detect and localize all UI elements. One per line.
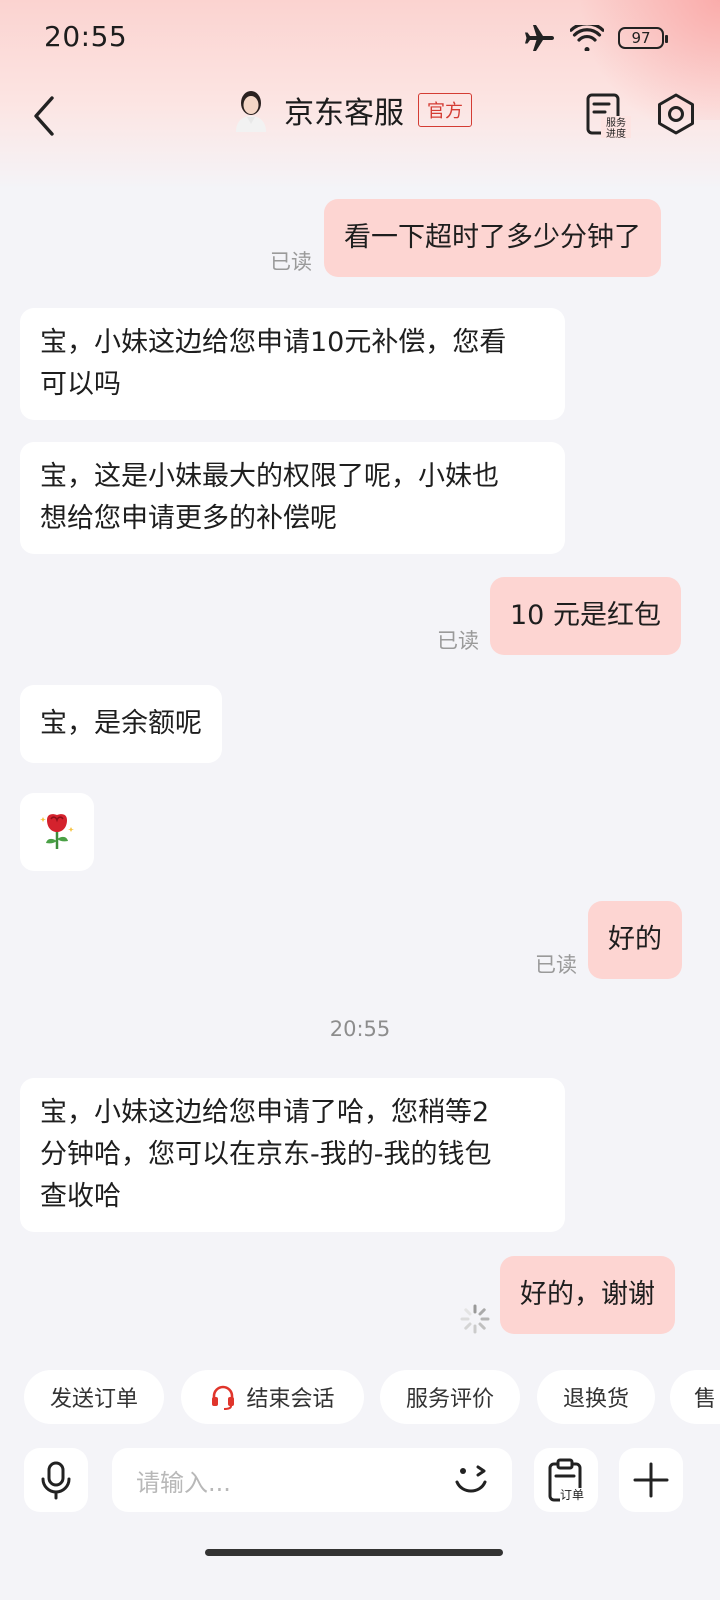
message-list[interactable]: 看一下超时了多少分钟了 已读 宝，小妹这边给您申请10元补偿，您看 可以吗 宝，… bbox=[0, 160, 720, 1360]
read-receipt: 已读 bbox=[535, 953, 577, 977]
plus-icon bbox=[633, 1462, 669, 1498]
battery-icon: 97 bbox=[618, 27, 668, 49]
quick-action-bar: 发送订单 结束会话 服务评价 退换货 售 bbox=[0, 1370, 720, 1432]
chip-label: 售 bbox=[694, 1387, 717, 1412]
message-line: 分钟哈，您可以在京东-我的-我的钱包 bbox=[40, 1139, 492, 1170]
return-exchange-chip[interactable]: 退换货 bbox=[537, 1370, 655, 1424]
chat-title: 京东客服 bbox=[284, 96, 404, 131]
message-out-2[interactable]: 10 元是红包 bbox=[490, 577, 681, 655]
message-line: 宝，小妹这边给您申请了哈，您稍等2 bbox=[40, 1097, 490, 1128]
message-line: 想给您申请更多的补偿呢 bbox=[40, 503, 337, 534]
bubble-left[interactable]: 宝，小妹这边给您申请10元补偿，您看 可以吗 bbox=[20, 308, 565, 420]
read-receipt: 已读 bbox=[270, 250, 312, 274]
home-indicator[interactable] bbox=[205, 1549, 503, 1556]
send-order-chip[interactable]: 发送订单 bbox=[24, 1370, 164, 1424]
timestamp: 20:55 bbox=[329, 1017, 391, 1041]
settings-hexagon-icon[interactable] bbox=[654, 92, 698, 136]
headset-icon bbox=[212, 1385, 235, 1410]
after-sales-chip[interactable]: 售 bbox=[670, 1370, 720, 1424]
svg-text:进度: 进度 bbox=[606, 127, 626, 138]
message-in-2[interactable]: 宝，这是小妹最大的权限了呢，小妹也 想给您申请更多的补偿呢 bbox=[20, 442, 565, 554]
sending-spinner-icon bbox=[460, 1304, 490, 1334]
bubble-right[interactable]: 看一下超时了多少分钟了 bbox=[324, 199, 661, 277]
emoji-face-icon[interactable] bbox=[452, 1462, 490, 1498]
service-progress-icon[interactable]: 服务 进度 bbox=[585, 92, 631, 138]
message-in-emoji[interactable] bbox=[20, 793, 94, 871]
chip-label: 结束会话 bbox=[246, 1387, 335, 1412]
agent-avatar bbox=[236, 91, 266, 132]
message-line: 查收哈 bbox=[40, 1181, 121, 1212]
bubble-right[interactable]: 好的 bbox=[588, 901, 682, 979]
input-bar: 请输入... 订单 bbox=[0, 1448, 720, 1520]
bubble-left[interactable]: 宝，这是小妹最大的权限了呢，小妹也 想给您申请更多的补偿呢 bbox=[20, 442, 565, 554]
rose-emoji-icon bbox=[40, 814, 74, 849]
service-rating-chip[interactable]: 服务评价 bbox=[380, 1370, 520, 1424]
message-out-1[interactable]: 看一下超时了多少分钟了 bbox=[324, 199, 661, 277]
battery-level: 97 bbox=[631, 29, 651, 47]
back-arrow-icon[interactable] bbox=[26, 94, 66, 138]
status-icons: 97 bbox=[524, 24, 668, 52]
wifi-icon bbox=[570, 25, 604, 51]
chat-header: 京东客服 官方 服务 进度 bbox=[0, 80, 720, 152]
message-out-4[interactable]: 好的，谢谢 bbox=[500, 1256, 675, 1334]
add-button[interactable] bbox=[619, 1448, 683, 1512]
message-line: 宝，这是小妹最大的权限了呢，小妹也 bbox=[40, 461, 499, 492]
message-out-3[interactable]: 好的 bbox=[588, 901, 682, 979]
input-placeholder: 请输入... bbox=[136, 1468, 231, 1497]
message-in-4[interactable]: 宝，小妹这边给您申请了哈，您稍等2 分钟哈，您可以在京东-我的-我的钱包 查收哈 bbox=[20, 1078, 565, 1232]
chat-title-group: 京东客服 官方 bbox=[232, 88, 472, 132]
message-in-1[interactable]: 宝，小妹这边给您申请10元补偿，您看 可以吗 bbox=[20, 308, 565, 420]
bubble-left[interactable]: 宝，小妹这边给您申请了哈，您稍等2 分钟哈，您可以在京东-我的-我的钱包 查收哈 bbox=[20, 1078, 565, 1232]
message-line: 可以吗 bbox=[40, 369, 121, 400]
svg-text:服务: 服务 bbox=[606, 116, 626, 129]
chip-label: 服务评价 bbox=[405, 1387, 494, 1412]
bubble-right[interactable]: 10 元是红包 bbox=[490, 577, 681, 655]
order-button[interactable]: 订单 bbox=[534, 1448, 598, 1512]
bubble-left[interactable]: 宝，是余额呢 bbox=[20, 685, 222, 763]
message-input[interactable]: 请输入... bbox=[112, 1448, 512, 1512]
status-time: 20:55 bbox=[44, 20, 128, 53]
message-in-3[interactable]: 宝，是余额呢 bbox=[20, 685, 222, 763]
read-receipt: 已读 bbox=[437, 629, 479, 653]
official-badge: 官方 bbox=[418, 93, 472, 127]
chip-label: 发送订单 bbox=[49, 1387, 138, 1412]
microphone-icon bbox=[41, 1461, 71, 1500]
bubble-right[interactable]: 好的，谢谢 bbox=[500, 1256, 675, 1334]
end-session-chip[interactable]: 结束会话 bbox=[181, 1370, 364, 1424]
message-line: 宝，小妹这边给您申请10元补偿，您看 bbox=[40, 327, 507, 358]
airplane-icon bbox=[525, 25, 554, 51]
order-label: 订单 bbox=[560, 1488, 585, 1502]
voice-button[interactable] bbox=[24, 1448, 88, 1512]
chip-label: 退换货 bbox=[562, 1387, 629, 1412]
